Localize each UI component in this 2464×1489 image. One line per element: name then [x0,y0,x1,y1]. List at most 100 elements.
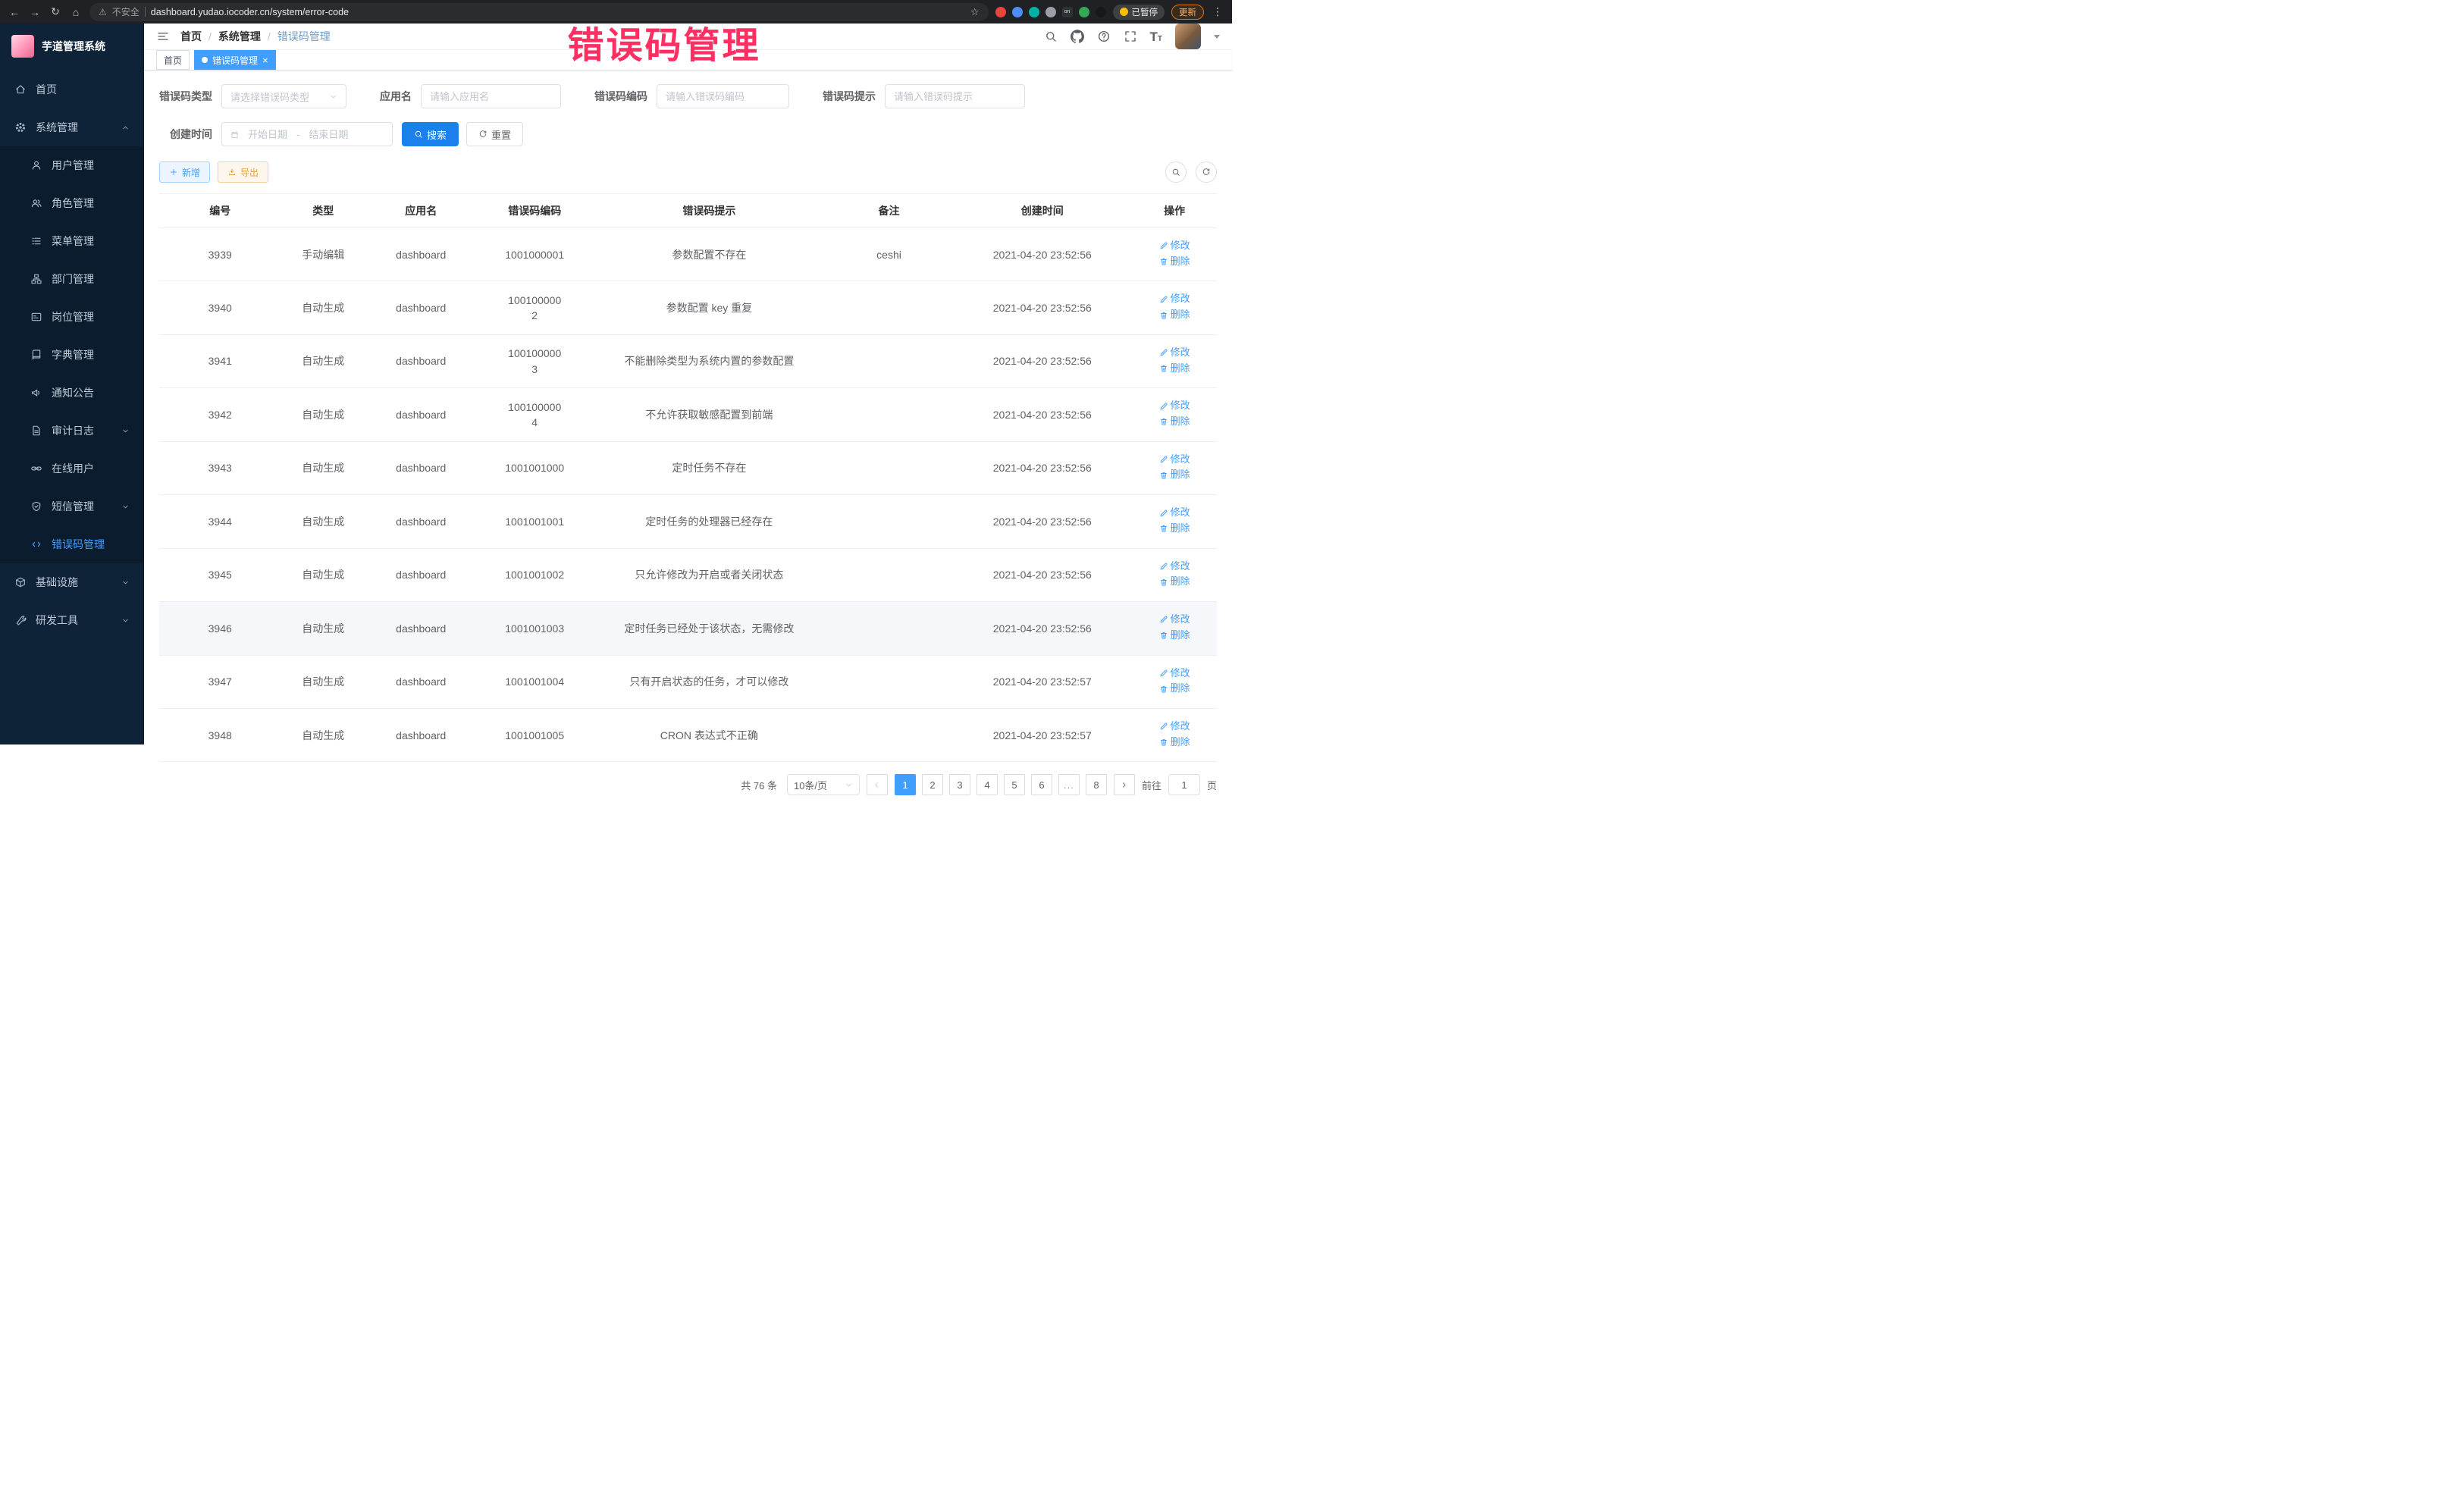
sidebar-item-label: 在线用户 [52,461,94,476]
cell-msg: 不能删除类型为系统内置的参数配置 [593,334,826,387]
extension-icon[interactable] [1079,7,1089,17]
sidebar-item[interactable]: 岗位管理 [0,298,144,336]
user-avatar[interactable] [1175,24,1201,49]
delete-link[interactable]: 删除 [1159,575,1190,589]
add-button[interactable]: 新增 [159,161,210,183]
sidebar-item[interactable]: 在线用户 [0,450,144,487]
tab-error-code[interactable]: 错误码管理 × [194,50,276,70]
sidebar-item[interactable]: 部门管理 [0,260,144,298]
font-size-icon[interactable]: TT [1150,30,1163,43]
edit-link[interactable]: 修改 [1159,506,1190,520]
end-date-input[interactable] [304,129,353,140]
fullscreen-icon[interactable] [1124,30,1137,43]
sidebar-item-label: 菜单管理 [52,234,94,249]
goto-page-input[interactable] [1168,774,1200,795]
sidebar-item[interactable]: 角色管理 [0,184,144,222]
edit-link[interactable]: 修改 [1159,613,1190,627]
delete-link[interactable]: 删除 [1159,468,1190,482]
edit-link[interactable]: 修改 [1159,719,1190,734]
sidebar-item[interactable]: 菜单管理 [0,222,144,260]
filter-label-msg: 错误码提示 [823,89,876,104]
sidebar-item[interactable]: 首页 [0,71,144,108]
reload-icon[interactable]: ↻ [49,5,62,18]
address-bar[interactable]: ⚠ 不安全 dashboard.yudao.iocoder.cn/system/… [89,3,989,21]
edit-link[interactable]: 修改 [1159,239,1190,253]
github-icon[interactable] [1071,30,1084,43]
close-icon[interactable]: × [262,55,268,65]
sidebar-item[interactable]: 基础设施 [0,563,144,601]
pager-page-button[interactable]: 3 [949,774,970,795]
edit-link[interactable]: 修改 [1159,453,1190,467]
browser-menu-icon[interactable]: ⋮ [1211,5,1224,18]
delete-link[interactable]: 删除 [1159,415,1190,429]
export-button[interactable]: 导出 [218,161,268,183]
paused-badge[interactable]: 已暂停 [1113,5,1165,20]
sidebar-item[interactable]: 审计日志 [0,412,144,450]
extension-icon[interactable] [1029,7,1039,17]
document-icon [30,425,42,437]
edit-link[interactable]: 修改 [1159,560,1190,574]
pager-page-button[interactable]: 5 [1004,774,1025,795]
sidebar-item[interactable]: 研发工具 [0,601,144,639]
pager-page-button[interactable]: 4 [977,774,998,795]
edit-link[interactable]: 修改 [1159,346,1190,360]
search-button[interactable]: 搜索 [402,122,459,146]
error-msg-input[interactable] [885,84,1025,108]
delete-link[interactable]: 删除 [1159,362,1190,376]
breadcrumb-item-system[interactable]: 系统管理 [218,29,261,44]
search-icon[interactable] [1044,30,1058,43]
delete-link[interactable]: 删除 [1159,682,1190,696]
edit-link[interactable]: 修改 [1159,399,1190,413]
sidebar-item[interactable]: 短信管理 [0,487,144,525]
forward-icon[interactable]: → [28,6,42,18]
delete-link[interactable]: 删除 [1159,735,1190,750]
delete-link[interactable]: 删除 [1159,308,1190,322]
sidebar-item[interactable]: 系统管理 [0,108,144,146]
back-icon[interactable]: ← [8,6,21,18]
toggle-search-button[interactable] [1165,161,1187,183]
next-page-button[interactable] [1114,774,1135,795]
date-separator: - [296,129,299,140]
edit-link[interactable]: 修改 [1159,292,1190,306]
delete-link[interactable]: 删除 [1159,255,1190,269]
edit-link[interactable]: 修改 [1159,666,1190,681]
filter-form: 错误码类型 请选择错误码类型 应用名 错误码编码 [159,71,1217,146]
sidebar-item[interactable]: 字典管理 [0,336,144,374]
extension-icon[interactable] [1012,7,1023,17]
create-time-range[interactable]: - [221,122,393,146]
start-date-input[interactable] [243,129,292,140]
page-size-select[interactable]: 10条/页 [787,774,860,795]
error-code-input[interactable] [657,84,789,108]
update-button[interactable]: 更新 [1171,5,1204,20]
hamburger-icon[interactable] [156,30,170,43]
bookmark-star-icon[interactable]: ☆ [970,6,980,18]
breadcrumb-item-home[interactable]: 首页 [180,29,202,44]
browser-home-icon[interactable]: ⌂ [69,6,83,18]
delete-link[interactable]: 删除 [1159,629,1190,643]
delete-link[interactable]: 删除 [1159,522,1190,536]
logo[interactable]: 芋道管理系统 [0,24,144,69]
pager-page-button[interactable]: 1 [895,774,916,795]
sidebar-item[interactable]: 用户管理 [0,146,144,184]
pager-page-button[interactable]: 8 [1086,774,1107,795]
reset-button[interactable]: 重置 [466,122,523,146]
caret-down-icon[interactable] [1214,35,1220,39]
error-type-select[interactable]: 请选择错误码类型 [221,84,346,108]
extension-icon[interactable] [1045,7,1056,17]
pager-more-button[interactable]: ... [1058,774,1080,795]
refresh-table-button[interactable] [1196,161,1217,183]
sidebar-item[interactable]: 通知公告 [0,374,144,412]
pager-page-button[interactable]: 6 [1031,774,1052,795]
error-code-table: 编号类型应用名错误码编码错误码提示备注创建时间操作 3939手动编辑dashbo… [159,193,1217,762]
extension-icon[interactable] [1096,7,1106,17]
extension-icon[interactable]: on [1062,7,1073,17]
help-icon[interactable] [1097,30,1111,43]
extension-icon[interactable] [995,7,1006,17]
tab-home[interactable]: 首页 [156,50,190,70]
app-name-input[interactable] [421,84,561,108]
sidebar-item[interactable]: 错误码管理 [0,525,144,563]
cell-app: dashboard [365,334,476,387]
prev-page-button[interactable] [867,774,888,795]
pager-page-button[interactable]: 2 [922,774,943,795]
breadcrumb-separator: / [268,30,271,42]
